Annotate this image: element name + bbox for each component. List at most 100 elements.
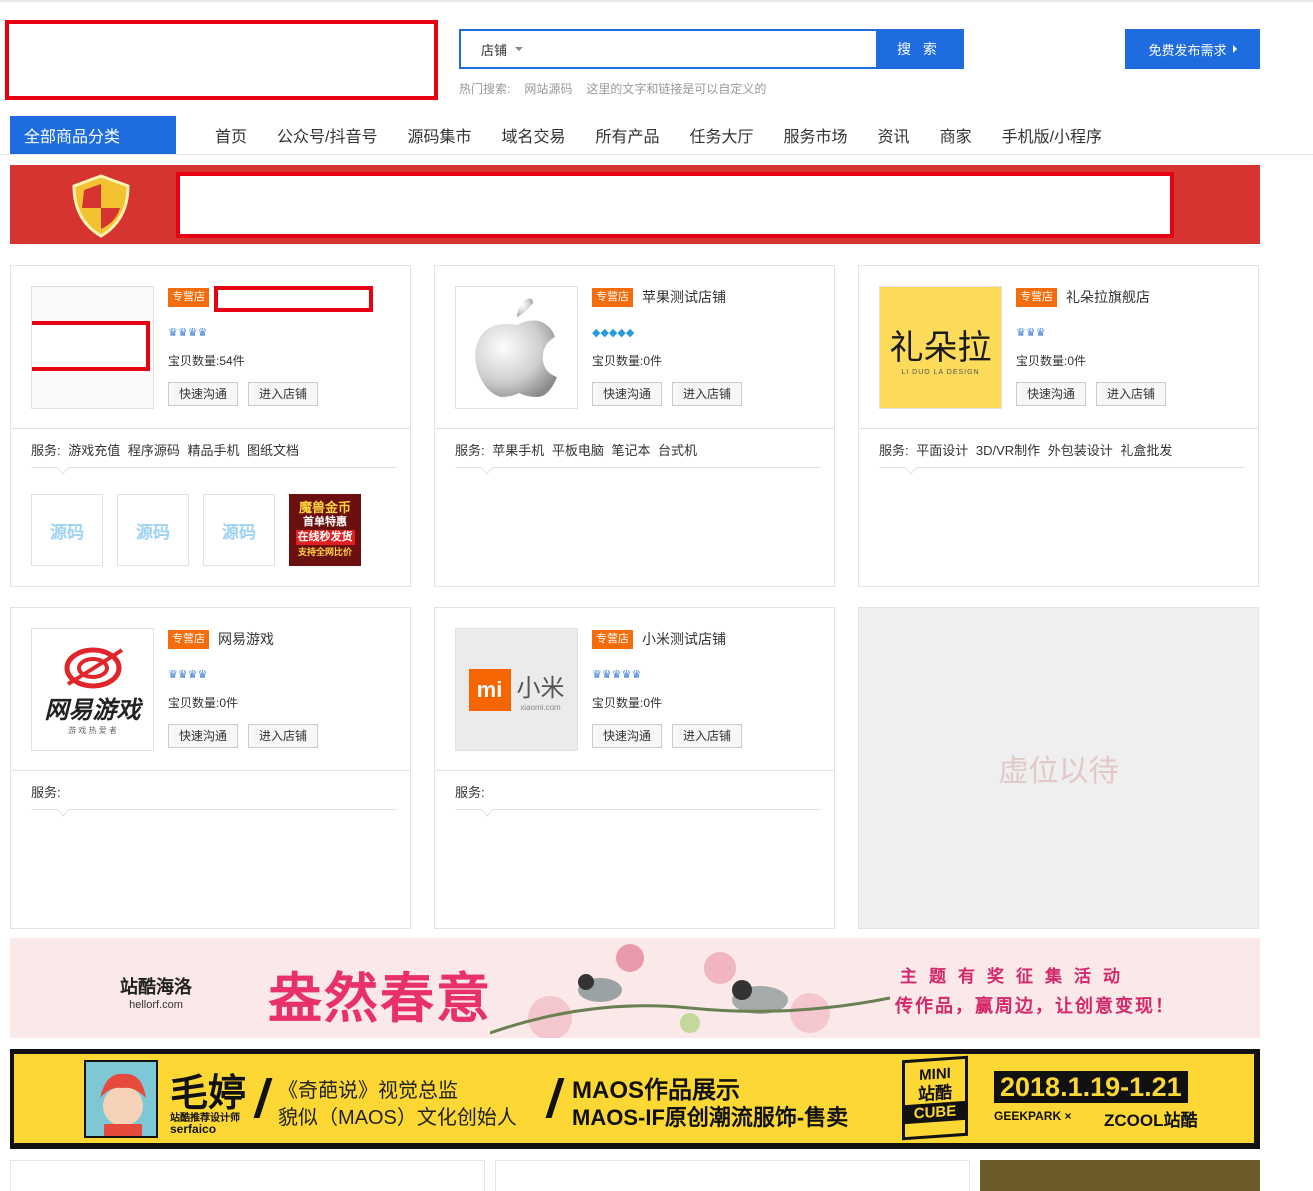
bottom-image[interactable] [980, 1160, 1260, 1191]
xiaomi-logo: mi 小米 xiaomi.com [468, 668, 565, 712]
search-button[interactable]: 搜 索 [876, 31, 962, 67]
shop-thumbnail[interactable] [455, 286, 578, 409]
pointer-arrow-icon [57, 467, 69, 475]
enter-shop-button[interactable]: 进入店铺 [672, 724, 743, 748]
nav-item-news[interactable]: 资讯 [863, 123, 925, 147]
card-divider [435, 428, 834, 429]
designer-role: 《奇葩说》视觉总监 [278, 1080, 458, 1102]
shop-item-count: 宝贝数量:0件 [168, 696, 239, 710]
nav-item-source-market[interactable]: 源码集市 [392, 123, 486, 147]
mini-cube-text: CUBE [905, 1100, 965, 1125]
shop-logo-text: 网易游戏 [44, 696, 141, 724]
quick-chat-button[interactable]: 快速沟通 [1016, 382, 1087, 406]
pointer-arrow-icon [481, 809, 493, 817]
shop-thumbnail[interactable]: 网易游戏 游 戏 热 爱 者 [31, 628, 154, 751]
product-thumbnail[interactable]: 源码 [31, 494, 103, 566]
shop-badge: 专营店 [592, 630, 633, 649]
services-divider [31, 809, 397, 810]
ad-banner-spring[interactable]: 站酷海洛 hellorf.com 盎然春意 主题有奖征集活动 传作品，赢周边，让… [10, 938, 1260, 1038]
redacted-box [32, 321, 150, 371]
product-label: 在线秒发货 [295, 530, 355, 545]
search-type-select[interactable]: 店铺 [461, 31, 547, 67]
mini-cube-logo: MINI 站酷 CUBE [902, 1055, 968, 1141]
publish-demand-button[interactable]: 免费发布需求 [1125, 29, 1260, 69]
enter-shop-button[interactable]: 进入店铺 [248, 382, 319, 406]
card-divider [435, 770, 834, 771]
all-categories-button[interactable]: 全部商品分类 [10, 116, 176, 154]
card-divider [11, 428, 410, 429]
quick-chat-button[interactable]: 快速沟通 [592, 382, 663, 406]
shop-thumbnail[interactable]: mi 小米 xiaomi.com [455, 628, 578, 751]
arrow-right-icon [1232, 45, 1237, 53]
shop-name[interactable]: 小米测试店铺 [642, 628, 726, 650]
zcool-logo: ZCOOL站酷 [1104, 1111, 1198, 1130]
product-thumbnail[interactable]: 魔兽金币 首单特惠 在线秒发货 支持全网比价 [289, 494, 361, 566]
shop-name-redacted[interactable] [214, 286, 373, 312]
apple-logo-icon [474, 298, 557, 397]
enter-shop-button[interactable]: 进入店铺 [248, 724, 319, 748]
nav-item-mobile[interactable]: 手机版/小程序 [987, 123, 1117, 147]
chevron-down-icon [515, 47, 524, 51]
search-bar: 店铺 搜 索 [459, 29, 964, 69]
shop-badge: 专营店 [592, 288, 633, 307]
ad-brand-name: 站酷海洛 [120, 977, 192, 997]
product-label: 源码 [50, 522, 84, 542]
quick-chat-button[interactable]: 快速沟通 [168, 724, 239, 748]
shop-services: 服务: 平面设计 3D/VR制作 外包装设计 礼盒批发 [879, 443, 1173, 458]
services-divider [455, 467, 821, 468]
product-thumbnail[interactable]: 源码 [117, 494, 189, 566]
search-input[interactable] [547, 31, 876, 67]
nav-item-merchants[interactable]: 商家 [925, 123, 987, 147]
nav-item-wechat-douyin[interactable]: 公众号/抖音号 [262, 123, 392, 147]
vacant-slot[interactable]: 虚位以待 [858, 607, 1259, 929]
hot-search-term[interactable]: 网站源码 [524, 80, 572, 97]
bottom-card[interactable] [495, 1160, 970, 1191]
shop-services: 服务: [455, 785, 485, 800]
card-divider [859, 428, 1258, 429]
shop-name[interactable]: 礼朵拉旗舰店 [1066, 286, 1150, 308]
shop-rating: ♛♛♛♛♛ [592, 669, 642, 681]
shop-name[interactable]: 网易游戏 [218, 628, 274, 650]
quick-chat-button[interactable]: 快速沟通 [592, 724, 663, 748]
shop-services: 服务: [31, 785, 61, 800]
services-divider [879, 467, 1245, 468]
shop-rating: ◆◆◆◆◆ [592, 327, 635, 339]
shop-item-count: 宝贝数量:0件 [1016, 354, 1087, 368]
bottom-card[interactable] [10, 1160, 485, 1191]
shop-rating: ♛♛♛♛ [168, 327, 208, 339]
nav-item-all-products[interactable]: 所有产品 [581, 123, 675, 147]
enter-shop-button[interactable]: 进入店铺 [1096, 382, 1167, 406]
card-divider [11, 770, 410, 771]
shop-thumbnail[interactable] [31, 286, 154, 409]
hot-search-term[interactable]: 这里的文字和链接是可以自定义的 [586, 80, 766, 97]
shop-card: 专营店 ♛♛♛♛ 宝贝数量:54件 快速沟通 进入店铺 服务: 游戏充值 程序源… [10, 265, 411, 587]
event-date: 2018.1.19-1.21 [994, 1071, 1188, 1103]
ad-title: 盎然春意 [268, 966, 492, 1030]
shop-badge: 专营店 [168, 630, 209, 649]
nav-item-task-hall[interactable]: 任务大厅 [675, 123, 769, 147]
shop-badge: 专营店 [1016, 288, 1057, 307]
enter-shop-button[interactable]: 进入店铺 [672, 382, 743, 406]
product-thumbnail[interactable]: 源码 [203, 494, 275, 566]
pointer-arrow-icon [481, 467, 493, 475]
shop-logo-subtext: 游 戏 热 爱 者 [68, 725, 117, 735]
shop-card: 专营店 苹果测试店铺 ◆◆◆◆◆ 宝贝数量:0件 快速沟通 进入店铺 服务: 苹… [434, 265, 835, 587]
shop-thumbnail[interactable]: 礼朵拉 LI DUO LA DESIGN [879, 286, 1002, 409]
nav-item-service-market[interactable]: 服务市场 [769, 123, 863, 147]
nav-item-home[interactable]: 首页 [200, 123, 262, 147]
publish-label: 免费发布需求 [1148, 42, 1227, 58]
product-label: 源码 [136, 522, 170, 542]
shop-services: 服务: 游戏充值 程序源码 精品手机 图纸文档 [31, 443, 300, 458]
product-label: 首单特惠 [303, 516, 347, 528]
quick-chat-button[interactable]: 快速沟通 [168, 382, 239, 406]
services-divider [31, 467, 397, 468]
shop-products: 源码 源码 源码 魔兽金币 首单特惠 在线秒发货 支持全网比价 [31, 494, 361, 566]
shop-name[interactable]: 苹果测试店铺 [642, 286, 726, 308]
shop-services: 服务: 苹果手机 平板电脑 笔记本 台式机 [455, 443, 698, 458]
designer-handle: serfaico [170, 1122, 217, 1136]
pointer-arrow-icon [905, 467, 917, 475]
top-border [0, 0, 1313, 2]
nav-item-domain-trade[interactable]: 域名交易 [486, 123, 580, 147]
site-logo[interactable] [5, 20, 438, 100]
shop-logo-text: 礼朵拉 [889, 327, 992, 368]
